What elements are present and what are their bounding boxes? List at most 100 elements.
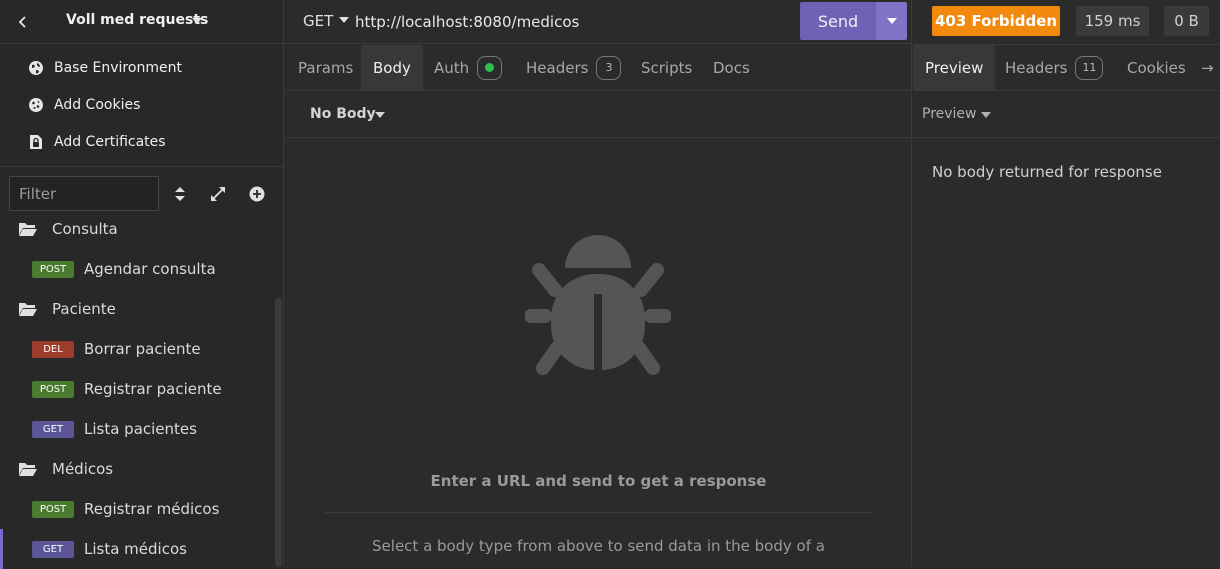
tab-scripts[interactable]: Scripts: [629, 45, 704, 90]
divider: [325, 512, 872, 513]
folder-row[interactable]: Consulta: [0, 209, 272, 249]
tab-body[interactable]: Body: [361, 45, 423, 90]
request-label: Lista pacientes: [84, 420, 197, 438]
tab-label: Headers: [526, 58, 589, 77]
folder-label: Médicos: [52, 460, 114, 478]
empty-state-title: Enter a URL and send to get a response: [430, 472, 767, 490]
tab-auth[interactable]: Auth: [422, 45, 514, 90]
url-input[interactable]: [355, 7, 795, 37]
headers-count-badge: 11: [1075, 55, 1104, 80]
size-badge: 0 B: [1164, 6, 1209, 36]
body-type-select[interactable]: No Body: [310, 106, 376, 122]
menu-label: Add Certificates: [54, 133, 166, 150]
method-badge: POST: [32, 260, 74, 278]
request-row[interactable]: POST Registrar paciente: [0, 369, 272, 409]
method-badge: GET: [32, 540, 74, 558]
tab-label: Preview: [925, 58, 984, 77]
tab-params[interactable]: Params: [286, 45, 365, 90]
response-empty-text: No body returned for response: [932, 163, 1162, 181]
menu-label: Base Environment: [54, 59, 182, 76]
filter-input[interactable]: [9, 176, 159, 211]
send-button[interactable]: Send: [800, 2, 876, 40]
sort-button[interactable]: [169, 183, 191, 205]
expand-icon: [211, 187, 225, 201]
plus-circle-icon: [249, 186, 265, 202]
bug-icon: [525, 235, 671, 375]
tab-cookies[interactable]: Cookies: [1115, 45, 1198, 90]
request-row[interactable]: POST Agendar consulta: [0, 249, 272, 289]
folder-label: Paciente: [52, 300, 116, 318]
folder-open-icon: [19, 223, 37, 236]
chevron-down-icon[interactable]: [375, 112, 385, 118]
tab-label: Auth: [434, 58, 470, 77]
headers-count-badge: 3: [596, 55, 622, 80]
add-certificates-button[interactable]: Add Certificates: [0, 123, 284, 160]
back-button[interactable]: [12, 11, 34, 33]
globe-icon: [28, 60, 44, 76]
more-tabs-button[interactable]: →: [1197, 45, 1218, 90]
add-button[interactable]: [246, 183, 268, 205]
tab-headers[interactable]: Headers 3: [514, 45, 633, 90]
divider: [913, 137, 1220, 138]
folder-row[interactable]: Paciente: [0, 289, 272, 329]
response-tabs: Preview Headers 11 Cookies →: [913, 45, 1220, 91]
request-row[interactable]: GET Lista pacientes: [0, 409, 272, 449]
menu-label: Add Cookies: [54, 96, 141, 113]
request-row-active[interactable]: GET Lista médicos: [0, 529, 272, 569]
tab-preview[interactable]: Preview: [913, 45, 996, 90]
request-row[interactable]: POST Registrar médicos: [0, 489, 272, 529]
tab-label: Headers: [1005, 58, 1068, 77]
empty-state-description: Select a body type from above to send da…: [372, 537, 825, 555]
sidebar-header: Voll med requests: [0, 0, 284, 44]
request-label: Lista médicos: [84, 540, 187, 558]
base-environment-button[interactable]: Base Environment: [0, 49, 284, 86]
request-label: Registrar médicos: [84, 500, 220, 518]
cookie-icon: [28, 97, 44, 113]
arrow-right-icon: →: [1201, 58, 1214, 77]
send-options-button[interactable]: [876, 2, 907, 40]
auth-status: [477, 55, 503, 80]
chevron-down-icon[interactable]: [339, 17, 349, 23]
sort-icon: [175, 187, 185, 201]
chevron-down-icon: [886, 18, 897, 24]
divider: [285, 137, 912, 138]
request-panel: GET Send Params Body Auth Headers 3 Scri…: [285, 0, 912, 567]
certificate-icon: [28, 134, 44, 150]
method-badge: POST: [32, 500, 74, 518]
request-tabs: Params Body Auth Headers 3 Scripts Docs: [285, 45, 912, 91]
preview-mode-select[interactable]: Preview: [922, 106, 977, 122]
add-cookies-button[interactable]: Add Cookies: [0, 86, 284, 123]
method-badge: POST: [32, 380, 74, 398]
time-badge: 159 ms: [1076, 6, 1149, 36]
request-label: Borrar paciente: [84, 340, 201, 358]
status-dot-icon: [485, 63, 495, 72]
folder-open-icon: [19, 303, 37, 316]
collection-title[interactable]: Voll med requests: [66, 12, 208, 28]
chevron-down-icon[interactable]: [192, 18, 202, 24]
chevron-down-icon[interactable]: [981, 112, 991, 118]
tab-response-headers[interactable]: Headers 11: [993, 45, 1115, 90]
tab-label: Docs: [713, 58, 750, 77]
tab-label: Params: [298, 58, 354, 77]
sidebar-scrollbar[interactable]: [275, 298, 282, 567]
response-panel: 403 Forbidden 159 ms 0 B Preview Headers…: [913, 0, 1220, 567]
tab-label: Body: [373, 58, 411, 77]
method-select[interactable]: GET: [303, 12, 333, 30]
tab-label: Cookies: [1127, 58, 1186, 77]
expand-button[interactable]: [207, 183, 229, 205]
method-badge: DEL: [32, 340, 74, 358]
folder-label: Consulta: [52, 220, 118, 238]
url-bar: GET Send: [285, 0, 912, 44]
folder-open-icon: [19, 463, 37, 476]
request-label: Agendar consulta: [84, 260, 216, 278]
divider: [0, 166, 284, 167]
tab-label: Scripts: [641, 58, 693, 77]
tab-docs[interactable]: Docs: [701, 45, 762, 90]
sidebar: Voll med requests Base Environment Add C…: [0, 0, 284, 569]
chevron-left-icon: [18, 16, 26, 28]
folder-row[interactable]: Médicos: [0, 449, 272, 489]
method-badge: GET: [32, 420, 74, 438]
request-row[interactable]: DEL Borrar paciente: [0, 329, 272, 369]
status-badge: 403 Forbidden: [932, 6, 1060, 36]
request-label: Registrar paciente: [84, 380, 222, 398]
